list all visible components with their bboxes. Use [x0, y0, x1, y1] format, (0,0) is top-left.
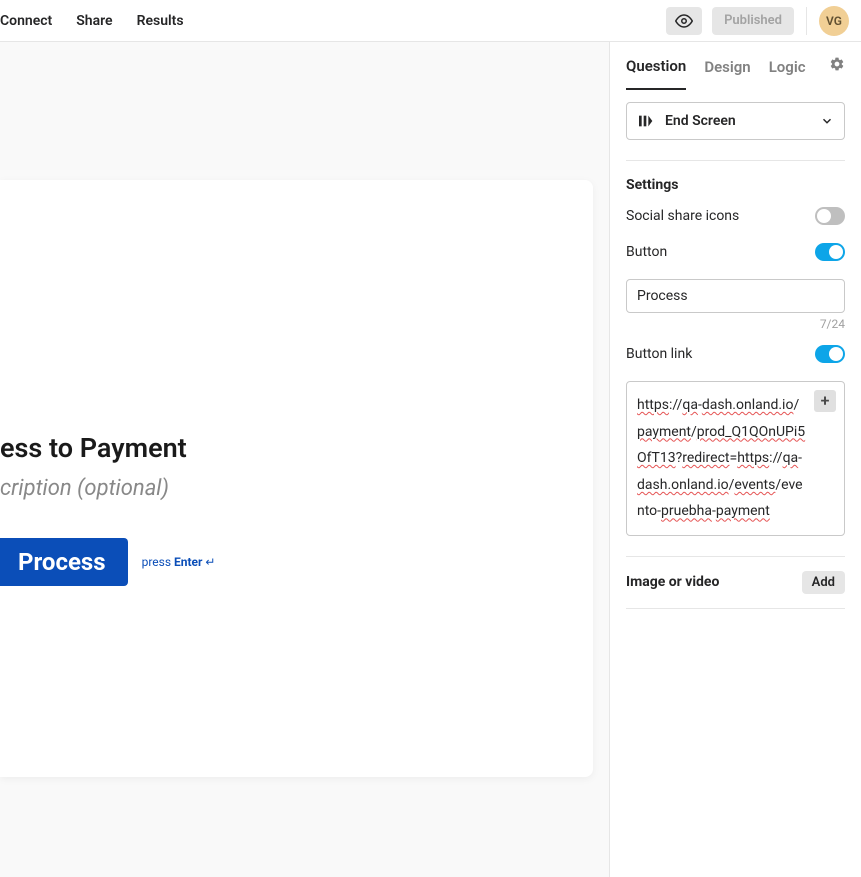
top-nav: Connect Share Results Published VG [0, 0, 861, 42]
nav-connect[interactable]: Connect [0, 13, 52, 29]
nav-results[interactable]: Results [137, 13, 184, 29]
press-enter-hint: press Enter ↵ [142, 555, 216, 569]
preview-button[interactable] [666, 7, 702, 35]
published-button: Published [712, 7, 794, 35]
settings-heading: Settings [626, 177, 845, 193]
right-panel: Question Design Logic End Screen Setting… [609, 42, 861, 877]
add-variable-button[interactable]: + [814, 390, 836, 412]
button-link-label: Button link [626, 346, 692, 362]
image-video-label: Image or video [626, 574, 719, 590]
tab-logic[interactable]: Logic [769, 44, 806, 89]
chevron-down-icon [820, 114, 834, 128]
button-text-input[interactable] [626, 279, 845, 313]
avatar[interactable]: VG [819, 6, 849, 36]
button-link-toggle[interactable] [815, 345, 845, 363]
process-button[interactable]: Process [0, 538, 128, 586]
canvas: ess to Payment cription (optional) Proce… [0, 42, 609, 877]
tab-question[interactable]: Question [626, 43, 686, 90]
end-screen-title[interactable]: ess to Payment [0, 432, 187, 464]
tab-design[interactable]: Design [704, 44, 750, 89]
social-share-label: Social share icons [626, 208, 739, 224]
button-setting-label: Button [626, 244, 667, 260]
dropdown-label: End Screen [665, 113, 808, 129]
eye-icon [675, 12, 693, 30]
nav-share[interactable]: Share [76, 13, 112, 29]
settings-gear-icon[interactable] [829, 56, 845, 76]
add-media-button[interactable]: Add [802, 571, 845, 594]
divider [806, 7, 807, 35]
end-screen-description[interactable]: cription (optional) [0, 476, 169, 501]
button-toggle[interactable] [815, 243, 845, 261]
question-type-dropdown[interactable]: End Screen [626, 102, 845, 140]
social-share-toggle[interactable] [815, 207, 845, 225]
char-count: 7/24 [626, 317, 845, 331]
button-link-input[interactable]: + https://qa-dash.onland.io/payment/prod… [626, 381, 845, 536]
end-screen-icon [637, 113, 653, 129]
